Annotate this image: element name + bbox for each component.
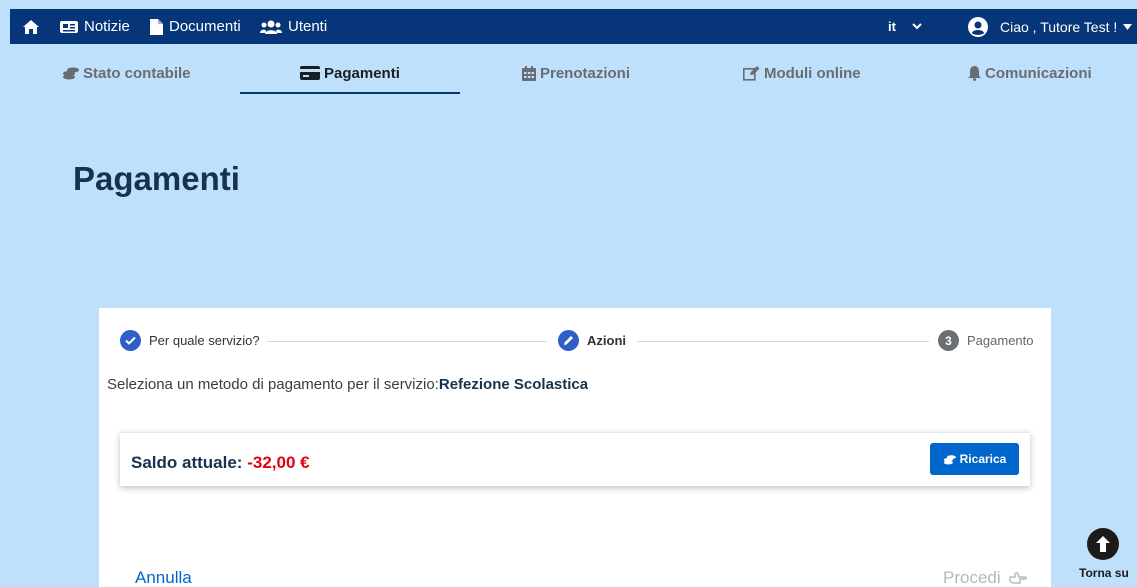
- tab-prenotazioni[interactable]: Prenotazioni: [522, 62, 630, 84]
- nav-documenti-label: Documenti: [169, 18, 241, 35]
- instruction-text: Seleziona un metodo di pagamento per il …: [107, 376, 439, 393]
- users-icon: [260, 20, 282, 34]
- tab-comunicazioni[interactable]: Comunicazioni: [968, 62, 1092, 84]
- recharge-button[interactable]: Ricarica: [930, 443, 1019, 475]
- caret-down-icon: [1123, 23, 1133, 30]
- payment-card: Per quale servizio? Azioni 3 Pagamento S…: [99, 308, 1051, 587]
- hand-point-right-icon: [1008, 572, 1027, 584]
- chevron-down-icon: [912, 23, 922, 30]
- tab-comunicazioni-label: Comunicazioni: [985, 64, 1092, 82]
- coins-icon: [63, 67, 79, 80]
- tab-prenotazioni-label: Prenotazioni: [540, 64, 631, 82]
- language-label: it: [888, 19, 896, 34]
- nav-notizie[interactable]: Notizie: [60, 9, 130, 44]
- page-title: Pagamenti: [73, 160, 240, 197]
- payment-instruction: Seleziona un metodo di pagamento per il …: [107, 376, 588, 393]
- tab-pagamenti[interactable]: Pagamenti: [300, 62, 400, 84]
- language-selector[interactable]: it: [888, 9, 922, 44]
- credit-card-icon: [300, 66, 320, 80]
- scroll-top-button[interactable]: [1087, 528, 1119, 560]
- tab-moduli-online[interactable]: Moduli online: [743, 62, 861, 84]
- nav-documenti[interactable]: Documenti: [150, 9, 241, 44]
- tab-pagamenti-label: Pagamenti: [324, 64, 400, 82]
- pencil-icon: [564, 336, 573, 345]
- proceed-button[interactable]: Procedi: [943, 568, 1027, 587]
- step-actions-label: Azioni: [587, 333, 626, 348]
- step-payment-label: Pagamento: [967, 333, 1034, 348]
- arrow-up-icon: [1096, 536, 1110, 552]
- user-circle-icon: [968, 16, 988, 37]
- top-navbar: Notizie Documenti Utenti it Ciao , Tutor…: [10, 9, 1137, 44]
- nav-notizie-label: Notizie: [84, 18, 130, 35]
- newspaper-icon: [60, 20, 78, 33]
- file-icon: [150, 18, 163, 35]
- home-icon: [23, 19, 39, 34]
- step-edit-circle: [558, 330, 579, 351]
- step-connector: [267, 341, 547, 342]
- recharge-button-label: Ricarica: [959, 452, 1007, 466]
- edit-icon: [743, 65, 760, 81]
- balance-row: Saldo attuale: -32,00 €: [131, 453, 310, 473]
- step-check-circle: [120, 330, 141, 351]
- active-tab-indicator: [240, 92, 460, 94]
- service-name: Refezione Scolastica: [438, 376, 589, 393]
- step-payment: 3 Pagamento: [938, 330, 1034, 351]
- cancel-link[interactable]: Annulla: [135, 568, 192, 587]
- bell-icon: [968, 65, 981, 81]
- step-number-circle: 3: [938, 330, 959, 351]
- proceed-label: Procedi: [943, 568, 1001, 587]
- balance-label: Saldo attuale:: [131, 453, 243, 472]
- check-icon: [125, 336, 136, 345]
- step-connector: [637, 341, 929, 342]
- tab-moduli-online-label: Moduli online: [764, 64, 861, 82]
- balance-value: -32,00 €: [247, 453, 310, 472]
- step-actions: Azioni: [558, 330, 626, 351]
- tab-stato-contabile[interactable]: Stato contabile: [62, 62, 191, 84]
- tab-stato-contabile-label: Stato contabile: [83, 64, 191, 82]
- user-greeting: Ciao , Tutore Test !: [1000, 18, 1118, 35]
- calendar-icon: [522, 65, 536, 81]
- nav-utenti-label: Utenti: [288, 18, 328, 35]
- balance-panel: Saldo attuale: -32,00 € Ricarica: [120, 432, 1030, 486]
- scroll-top-label[interactable]: Torna su: [1079, 566, 1129, 580]
- step-service-label: Per quale servizio?: [149, 333, 260, 348]
- coins-icon: [943, 454, 956, 464]
- home-link[interactable]: [22, 9, 40, 44]
- user-menu[interactable]: Ciao , Tutore Test !: [968, 9, 1133, 44]
- step-service: Per quale servizio?: [120, 330, 260, 351]
- nav-utenti[interactable]: Utenti: [260, 9, 327, 44]
